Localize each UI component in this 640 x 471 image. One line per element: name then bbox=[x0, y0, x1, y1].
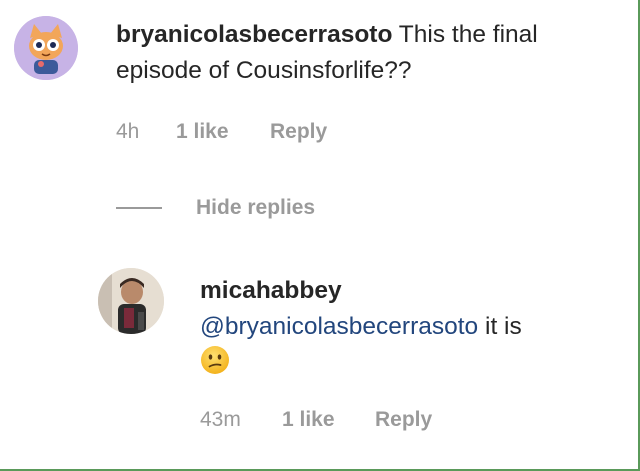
reply-username-text[interactable]: micahabbey bbox=[200, 277, 342, 304]
comment-timestamp: 4h bbox=[116, 120, 140, 143]
hide-replies-toggle[interactable]: Hide replies bbox=[116, 194, 315, 222]
reply-reply-button[interactable]: Reply bbox=[375, 408, 432, 432]
reply-likes-link[interactable]: 1 like bbox=[282, 408, 335, 432]
avatar[interactable] bbox=[98, 268, 164, 334]
hide-replies-label: Hide replies bbox=[196, 196, 316, 219]
user-photo-avatar-icon bbox=[98, 268, 164, 334]
reply-text: it is bbox=[478, 313, 522, 340]
avatar[interactable] bbox=[14, 16, 78, 80]
divider bbox=[116, 207, 162, 209]
reply-username[interactable]: micahabbey bbox=[200, 273, 342, 309]
reply-body: @bryanicolasbecerrasoto it is bbox=[200, 309, 620, 345]
comment-reply-button[interactable]: Reply bbox=[270, 120, 327, 144]
confused-face-icon bbox=[201, 346, 229, 374]
reply-mention-link[interactable]: @bryanicolasbecerrasoto bbox=[200, 313, 478, 340]
comment-username[interactable]: bryanicolasbecerrasoto bbox=[116, 21, 392, 48]
comment-likes-link[interactable]: 1 like bbox=[176, 120, 229, 144]
comment-body: bryanicolasbecerrasoto This the final ep… bbox=[116, 17, 626, 89]
cat-avatar-icon bbox=[14, 16, 78, 80]
reply-timestamp: 43m bbox=[200, 408, 241, 431]
